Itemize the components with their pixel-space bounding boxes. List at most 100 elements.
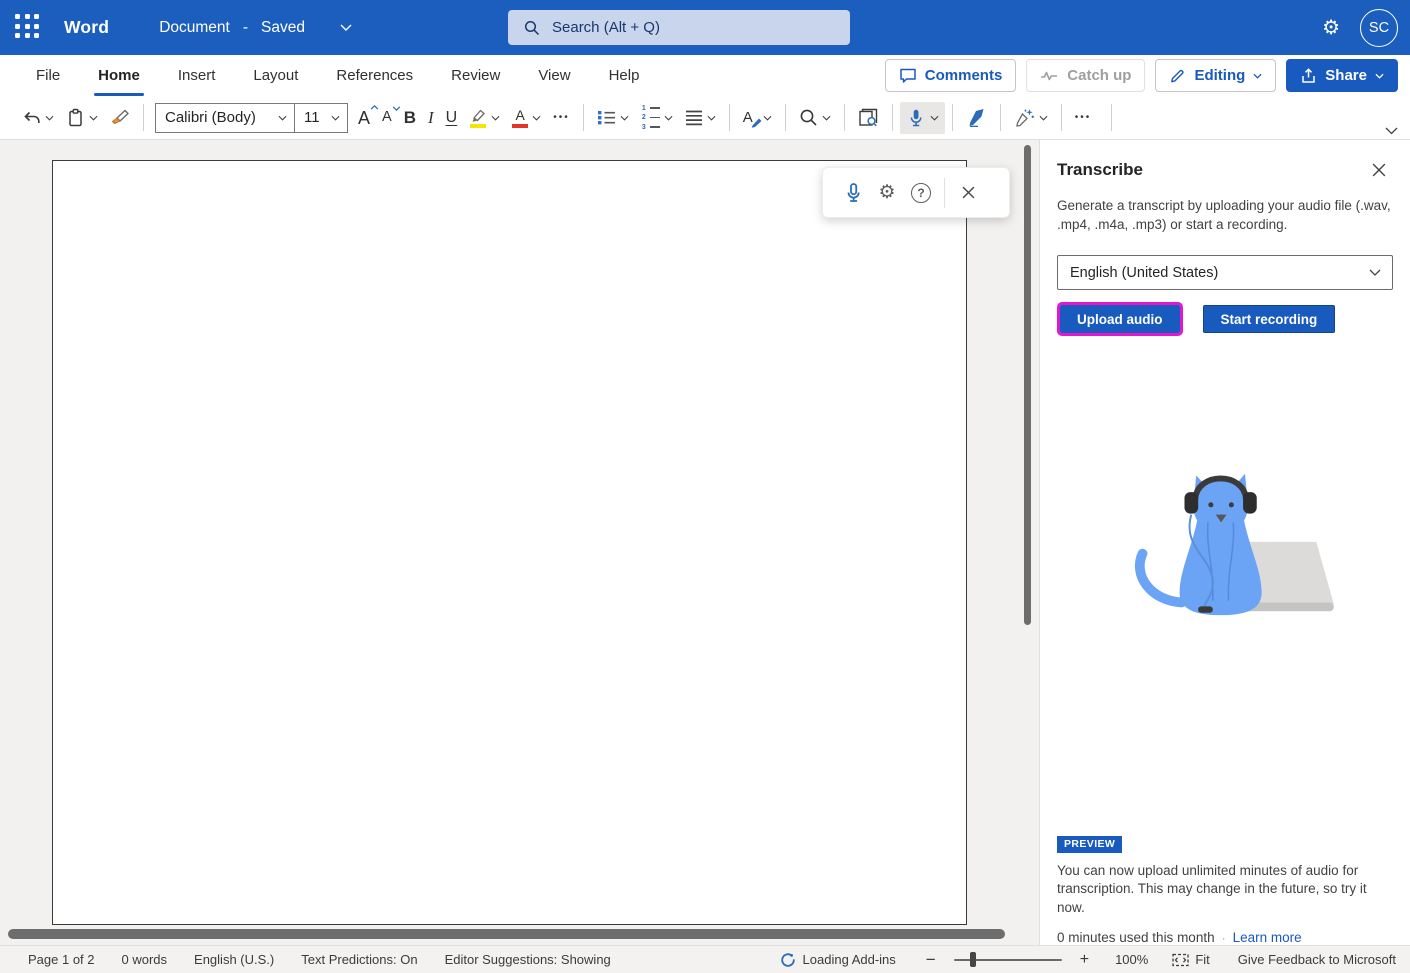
tab-review[interactable]: Review <box>432 55 519 96</box>
panel-close-button[interactable] <box>1365 156 1393 184</box>
account-avatar[interactable]: SC <box>1360 9 1398 47</box>
text-predictions-toggle[interactable]: Text Predictions: On <box>301 952 417 967</box>
text-highlight-button[interactable] <box>463 102 506 134</box>
editor-button[interactable] <box>960 102 993 134</box>
pencil-icon <box>1169 67 1186 84</box>
app-launcher-icon[interactable] <box>15 14 42 41</box>
start-recording-button[interactable]: Start recording <box>1203 305 1336 333</box>
more-commands-button[interactable]: ••• <box>1069 102 1098 134</box>
help-icon: ? <box>911 183 931 203</box>
document-page[interactable] <box>52 160 967 925</box>
transcribe-cat-illustration <box>1113 456 1338 622</box>
language-select[interactable]: English (United States) <box>1057 255 1393 290</box>
addins-label: Loading Add-ins <box>803 952 896 967</box>
paste-button[interactable] <box>60 102 104 134</box>
divider <box>892 104 893 131</box>
preview-badge: PREVIEW <box>1057 836 1122 853</box>
italic-button[interactable]: I <box>422 102 440 134</box>
fit-icon <box>1172 953 1189 967</box>
zoom-level[interactable]: 100% <box>1115 952 1148 967</box>
divider <box>944 178 945 208</box>
dictation-help-button[interactable]: ? <box>904 175 938 211</box>
styles-button[interactable]: A <box>737 102 778 134</box>
ellipsis-icon: ••• <box>1075 112 1092 123</box>
chevron-down-icon <box>1253 73 1262 79</box>
find-button[interactable] <box>793 102 837 134</box>
highlighter-icon <box>469 108 487 128</box>
tab-file[interactable]: File <box>17 55 79 96</box>
chevron-down-icon <box>664 115 673 121</box>
divider <box>952 104 953 131</box>
page-count[interactable]: Page 1 of 2 <box>28 952 95 967</box>
chevron-down-icon <box>822 115 831 121</box>
tab-insert[interactable]: Insert <box>159 55 235 96</box>
gear-icon: ⚙ <box>878 183 895 202</box>
search-input[interactable]: Search (Alt + Q) <box>508 10 850 45</box>
tab-home[interactable]: Home <box>79 55 159 96</box>
vertical-scrollbar[interactable] <box>1024 145 1031 625</box>
comments-button[interactable]: Comments <box>885 59 1017 92</box>
chevron-down-icon <box>1039 115 1048 121</box>
zoom-slider-handle[interactable] <box>970 952 977 968</box>
title-separator: - <box>243 19 248 37</box>
alignment-button[interactable] <box>679 102 722 134</box>
editing-mode-button[interactable]: Editing <box>1155 59 1276 92</box>
tab-view[interactable]: View <box>519 55 589 96</box>
font-size-select[interactable]: 11 <box>294 103 348 133</box>
fit-to-page-button[interactable]: Fit <box>1172 952 1209 967</box>
editor-suggestions-toggle[interactable]: Editor Suggestions: Showing <box>445 952 611 967</box>
shrink-font-icon: A <box>382 110 392 125</box>
catch-up-button[interactable]: Catch up <box>1026 59 1145 92</box>
horizontal-scrollbar[interactable] <box>8 929 1005 939</box>
font-color-button[interactable]: A <box>506 102 547 134</box>
grow-font-button[interactable]: A <box>352 102 376 134</box>
zoom-in-button[interactable]: + <box>1080 952 1089 968</box>
chevron-down-icon <box>763 115 772 121</box>
document-title[interactable]: Document - Saved <box>159 19 352 37</box>
dictate-button[interactable] <box>900 102 945 134</box>
feedback-link[interactable]: Give Feedback to Microsoft <box>1238 952 1396 967</box>
bullets-button[interactable] <box>591 102 635 134</box>
zoom-slider[interactable] <box>954 952 1062 968</box>
tab-help[interactable]: Help <box>590 55 659 96</box>
search-placeholder: Search (Alt + Q) <box>552 19 660 36</box>
divider <box>1000 104 1001 131</box>
clipboard-icon <box>66 108 85 128</box>
dictation-settings-button[interactable]: ⚙ <box>870 175 904 211</box>
app-name: Word <box>64 17 109 38</box>
undo-button[interactable] <box>16 102 60 134</box>
pulse-icon <box>1040 69 1059 83</box>
floating-mic-button[interactable] <box>836 175 870 211</box>
tab-label: Insert <box>178 67 216 84</box>
collapse-ribbon-chevron-icon[interactable] <box>1385 127 1398 135</box>
chevron-down-icon <box>45 115 54 121</box>
upload-audio-button[interactable]: Upload audio <box>1060 305 1180 333</box>
bold-button[interactable]: B <box>398 102 422 134</box>
usage-separator: · <box>1222 931 1226 945</box>
more-font-options-button[interactable]: ••• <box>547 102 576 134</box>
tab-references[interactable]: References <box>317 55 432 96</box>
settings-gear-icon[interactable]: ⚙ <box>1322 18 1340 38</box>
microphone-icon <box>843 182 864 204</box>
rewrite-suggestions-button[interactable] <box>1008 102 1054 134</box>
chevron-down-icon <box>340 24 352 31</box>
avatar-initials: SC <box>1369 20 1389 36</box>
font-name-select[interactable]: Calibri (Body) <box>155 103 295 133</box>
styles-icon: A <box>743 109 759 126</box>
dictation-close-button[interactable] <box>951 175 985 211</box>
document-canvas: ⚙ ? <box>0 140 1039 945</box>
font-name-value: Calibri (Body) <box>165 109 256 126</box>
zoom-out-button[interactable]: − <box>926 951 936 968</box>
font-size-value: 11 <box>304 109 320 126</box>
underline-button[interactable]: U <box>440 102 464 134</box>
numbering-button[interactable]: 1 2 3 <box>635 102 679 134</box>
addins-status[interactable]: Loading Add-ins <box>780 952 896 968</box>
proofing-language[interactable]: English (U.S.) <box>194 952 274 967</box>
search-pane-button[interactable] <box>852 102 885 134</box>
format-painter-button[interactable] <box>104 102 136 134</box>
tab-layout[interactable]: Layout <box>234 55 317 96</box>
shrink-font-button[interactable]: A <box>376 102 398 134</box>
learn-more-link[interactable]: Learn more <box>1233 930 1302 945</box>
share-button[interactable]: Share <box>1286 59 1398 92</box>
word-count[interactable]: 0 words <box>122 952 168 967</box>
